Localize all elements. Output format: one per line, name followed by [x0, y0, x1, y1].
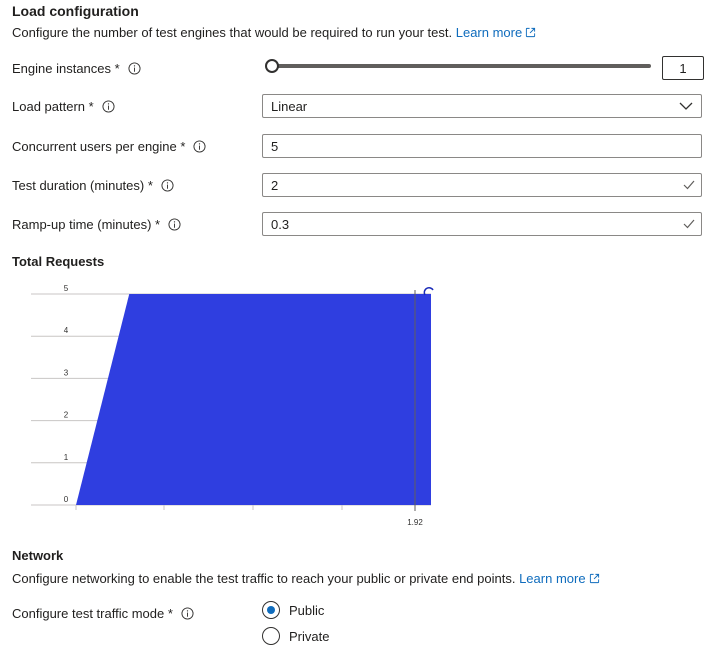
info-icon[interactable]: [102, 99, 115, 113]
y-tick-label: 5: [64, 284, 69, 293]
x-tick-label: 1.92: [407, 518, 423, 527]
concurrent-users-text: Concurrent users per engine *: [12, 138, 186, 154]
checkmark-icon: [683, 180, 695, 190]
radio-public-label[interactable]: Public: [289, 603, 324, 618]
traffic-mode-label: Configure test traffic mode *: [12, 601, 194, 625]
chevron-down-icon: [679, 102, 693, 110]
engine-instances-slider-track[interactable]: [270, 64, 651, 68]
concurrent-users-value: 5: [271, 138, 279, 154]
load-pattern-value: Linear: [271, 98, 308, 114]
external-link-icon: [589, 573, 599, 584]
network-learn-more-label: Learn more: [519, 571, 586, 586]
load-pattern-dropdown[interactable]: Linear: [262, 94, 702, 118]
traffic-mode-text: Configure test traffic mode *: [12, 605, 173, 621]
test-duration-input[interactable]: 2: [262, 173, 702, 197]
y-tick-label: 0: [64, 495, 69, 504]
y-tick-label: 4: [64, 326, 69, 335]
load-pattern-text: Load pattern *: [12, 98, 94, 114]
concurrent-users-label: Concurrent users per engine *: [12, 134, 206, 158]
network-title: Network: [12, 548, 64, 563]
y-tick-label: 2: [64, 411, 69, 420]
network-learn-more-link[interactable]: Learn more: [519, 571, 599, 586]
engine-instances-label: Engine instances *: [12, 56, 141, 80]
ramp-up-value: 0.3: [271, 216, 290, 232]
y-tick-label: 1: [64, 453, 69, 462]
chart-title: Total Requests: [12, 254, 105, 269]
info-icon[interactable]: [181, 606, 194, 620]
test-duration-text: Test duration (minutes) *: [12, 177, 153, 193]
ramp-up-label: Ramp-up time (minutes) *: [12, 212, 181, 236]
ramp-up-input[interactable]: 0.3: [262, 212, 702, 236]
test-duration-label: Test duration (minutes) *: [12, 173, 174, 197]
radio-private[interactable]: [262, 627, 280, 645]
info-icon[interactable]: [168, 217, 181, 231]
radio-private-label[interactable]: Private: [289, 629, 329, 644]
network-description: Configure networking to enable the test …: [12, 571, 600, 586]
load-pattern-label: Load pattern *: [12, 94, 115, 118]
engine-instances-input[interactable]: 1: [662, 56, 704, 80]
load-configuration-description: Configure the number of test engines tha…: [12, 25, 536, 40]
info-icon[interactable]: [161, 178, 174, 192]
checkmark-icon: [683, 219, 695, 229]
radio-public[interactable]: [262, 601, 280, 619]
load-description-text: Configure the number of test engines tha…: [12, 25, 453, 40]
y-tick-label: 3: [64, 368, 69, 377]
load-learn-more-link[interactable]: Learn more: [456, 25, 536, 40]
engine-instances-text: Engine instances *: [12, 60, 120, 76]
engine-instances-slider-thumb[interactable]: [265, 59, 279, 73]
load-configuration-title: Load configuration: [12, 3, 139, 19]
info-icon[interactable]: [193, 139, 206, 153]
network-description-text: Configure networking to enable the test …: [12, 571, 516, 586]
test-duration-value: 2: [271, 177, 279, 193]
concurrent-users-input[interactable]: 5: [262, 134, 702, 158]
load-learn-more-label: Learn more: [455, 25, 523, 40]
ramp-up-text: Ramp-up time (minutes) *: [12, 216, 161, 232]
external-link-icon: [526, 27, 536, 38]
area-series: [76, 294, 431, 505]
info-icon[interactable]: [128, 61, 141, 75]
radio-selected-dot: [266, 605, 275, 614]
total-requests-chart: 0 1 2 3 4 5 1.92: [31, 284, 434, 527]
